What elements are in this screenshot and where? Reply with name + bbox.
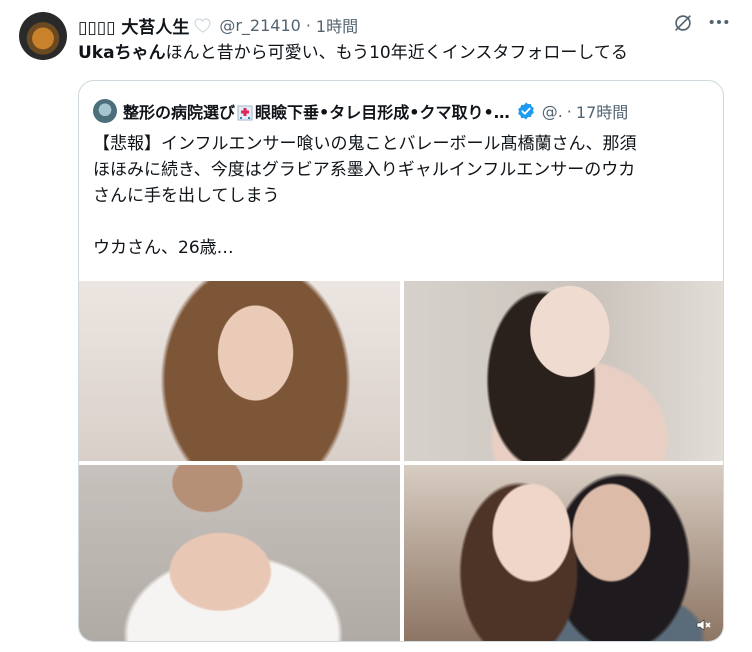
media-video[interactable]: [404, 465, 723, 641]
quoted-author-name[interactable]: 整形の病院選び 眼瞼下垂•タレ目形成•クマ取り•…: [123, 99, 510, 123]
more-icon[interactable]: [708, 18, 730, 26]
quoted-tweet-header: 整形の病院選び 眼瞼下垂•タレ目形成•クマ取り•… @. · 17時間: [93, 99, 709, 123]
tweet-text-rest: ほんと昔から可愛い、もう10年近くインスタフォローしてる: [165, 43, 628, 63]
tweet-text-bold: Ukaちゃん: [78, 43, 166, 63]
media-photo-2[interactable]: [404, 281, 723, 461]
quoted-author-name-part2: 眼瞼下垂•タレ目形成•クマ取り•…: [255, 103, 510, 122]
quoted-text-line: さんに手を出してしまう: [93, 186, 280, 206]
avatar[interactable]: [19, 12, 67, 60]
media-photo-1[interactable]: [79, 281, 400, 461]
quoted-separator-dot: ·: [566, 101, 572, 121]
quoted-avatar[interactable]: [93, 99, 117, 123]
grok-icon[interactable]: [672, 12, 694, 34]
media-photo-3[interactable]: [79, 465, 400, 641]
tweet-text: Ukaちゃんほんと昔から可愛い、もう10年近くインスタフォローしてる: [78, 40, 628, 66]
media-grid: [79, 281, 723, 641]
mute-icon[interactable]: [695, 617, 711, 633]
verified-icon: [517, 102, 534, 120]
quoted-tweet-time[interactable]: 17時間: [576, 99, 628, 123]
quoted-text-line: 【悲報】インフルエンサー喰いの鬼ことバレーボール髙橋蘭さん、那須: [93, 134, 637, 154]
author-handle[interactable]: @r_21410: [219, 16, 300, 35]
tweet-header: ▯▯▯▯ 大苔人生 @r_21410 · 1時間: [78, 13, 752, 38]
quoted-tweet-text: 【悲報】インフルエンサー喰いの鬼ことバレーボール髙橋蘭さん、那須 ほほみに続き、…: [93, 131, 709, 261]
heart-icon: [194, 18, 211, 33]
tweet-time[interactable]: 1時間: [316, 13, 358, 37]
quoted-text-line: ほほみに続き、今度はグラビア系墨入りギャルインフルエンサーのウカ: [93, 160, 636, 180]
quoted-text-line: ウカさん、26歳…: [93, 238, 234, 258]
author-name[interactable]: ▯▯▯▯ 大苔人生: [78, 13, 189, 38]
hospital-icon: [237, 105, 253, 121]
separator-dot: ·: [305, 15, 311, 35]
quoted-author-name-part1: 整形の病院選び: [123, 103, 236, 122]
quoted-author-handle[interactable]: @.: [542, 102, 563, 121]
quoted-tweet[interactable]: 整形の病院選び 眼瞼下垂•タレ目形成•クマ取り•… @. · 17時間 【悲報】…: [78, 80, 724, 642]
